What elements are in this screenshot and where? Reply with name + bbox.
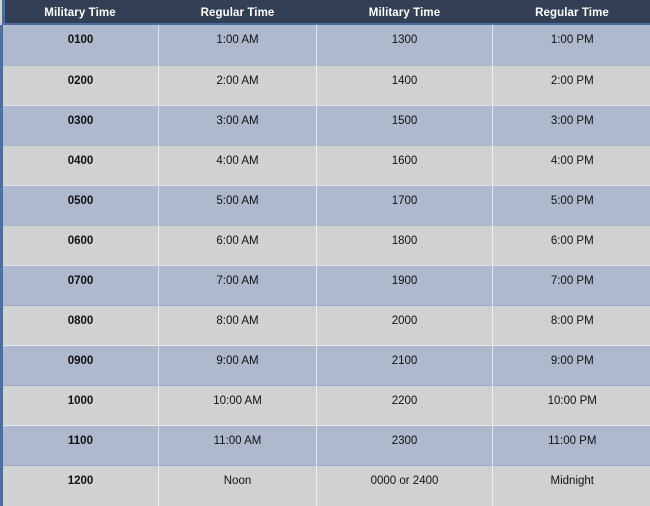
military-time-conversion-table: Military Time Regular Time Military Time…	[0, 0, 650, 506]
cell-mil_pm: 1900	[316, 264, 493, 306]
cell-mil_pm: 2200	[316, 385, 493, 426]
cell-reg_pm: 4:00 PM	[492, 144, 650, 186]
cell-mil_am: 0300	[0, 104, 159, 146]
cell-reg_pm: 5:00 PM	[492, 184, 650, 226]
cell-reg_am: Noon	[158, 465, 317, 506]
table-row: 0300 3:00 AM 1500 3:00 PM	[0, 104, 650, 146]
cell-reg_am: 7:00 AM	[158, 264, 317, 306]
cell-mil_pm: 2300	[316, 425, 493, 466]
table-row: 0500 5:00 AM 1700 5:00 PM	[0, 184, 650, 226]
header-row: Military Time Regular Time Military Time…	[1, 0, 650, 25]
table-row: 0800 8:00 AM 2000 8:00 PM	[0, 305, 650, 346]
cell-mil_pm: 1300	[316, 25, 493, 66]
cell-mil_am: 0600	[0, 224, 159, 266]
table-row: 0600 6:00 AM 1800 6:00 PM	[0, 224, 650, 266]
cell-reg_pm: 7:00 PM	[492, 264, 650, 306]
cell-reg_am: 2:00 AM	[158, 64, 317, 106]
cell-mil_am: 1100	[0, 425, 159, 466]
cell-mil_am: 0400	[0, 144, 159, 186]
cell-reg_pm: 8:00 PM	[492, 305, 650, 346]
cell-mil_am: 0200	[0, 64, 159, 106]
cell-mil_pm: 1600	[316, 144, 493, 186]
column-header-military-time-am: Military Time	[1, 0, 159, 25]
column-header-military-time-pm: Military Time	[316, 0, 493, 25]
cell-mil_pm: 1400	[316, 64, 493, 106]
table-body: 0100 1:00 AM 1300 1:00 PM 0200 2:00 AM 1400 2:0…	[0, 25, 650, 506]
column-header-regular-time-pm: Regular Time	[492, 0, 650, 25]
cell-mil_am: 1200	[0, 465, 159, 506]
cell-mil_pm: 1500	[316, 104, 493, 146]
table-row: 1100 11:00 AM 2300 11:00 PM	[0, 425, 650, 466]
cell-mil_pm: 2000	[316, 305, 493, 346]
column-header-regular-time-am: Regular Time	[158, 0, 317, 25]
cell-mil_am: 0800	[0, 305, 159, 346]
cell-mil_pm: 0000 or 2400	[316, 465, 493, 506]
cell-reg_pm: 3:00 PM	[492, 104, 650, 146]
cell-reg_pm: 6:00 PM	[492, 224, 650, 266]
cell-reg_pm: 1:00 PM	[492, 25, 650, 66]
table-row: 0700 7:00 AM 1900 7:00 PM	[0, 264, 650, 306]
cell-reg_pm: Midnight	[492, 465, 650, 506]
table-row: 0200 2:00 AM 1400 2:00 PM	[0, 64, 650, 106]
table-row: 0900 9:00 AM 2100 9:00 PM	[0, 345, 650, 386]
cell-mil_am: 0500	[0, 184, 159, 226]
cell-mil_am: 0900	[0, 345, 159, 386]
cell-reg_pm: 2:00 PM	[492, 64, 650, 106]
cell-reg_am: 9:00 AM	[158, 345, 317, 386]
cell-reg_am: 3:00 AM	[158, 104, 317, 146]
cell-reg_pm: 11:00 PM	[492, 425, 650, 466]
cell-reg_pm: 10:00 PM	[492, 385, 650, 426]
cell-reg_am: 8:00 AM	[158, 305, 317, 346]
table-row: 1000 10:00 AM 2200 10:00 PM	[0, 385, 650, 426]
cell-reg_am: 1:00 AM	[158, 25, 317, 66]
cell-reg_am: 6:00 AM	[158, 224, 317, 266]
cell-reg_am: 11:00 AM	[158, 425, 317, 466]
cell-mil_am: 1000	[0, 385, 159, 426]
cell-mil_am: 0100	[0, 25, 159, 66]
table-row: 0400 4:00 AM 1600 4:00 PM	[0, 144, 650, 186]
cell-mil_pm: 1700	[316, 184, 493, 226]
table-row: 1200 Noon 0000 or 2400 Midnight	[0, 465, 650, 506]
cell-reg_am: 5:00 AM	[158, 184, 317, 226]
cell-reg_am: 4:00 AM	[158, 144, 317, 186]
cell-reg_pm: 9:00 PM	[492, 345, 650, 386]
cell-mil_pm: 2100	[316, 345, 493, 386]
cell-mil_am: 0700	[0, 264, 159, 306]
cell-reg_am: 10:00 AM	[158, 385, 317, 426]
cell-mil_pm: 1800	[316, 224, 493, 266]
table-header: Military Time Regular Time Military Time…	[1, 0, 650, 25]
table-row: 0100 1:00 AM 1300 1:00 PM	[0, 25, 650, 66]
